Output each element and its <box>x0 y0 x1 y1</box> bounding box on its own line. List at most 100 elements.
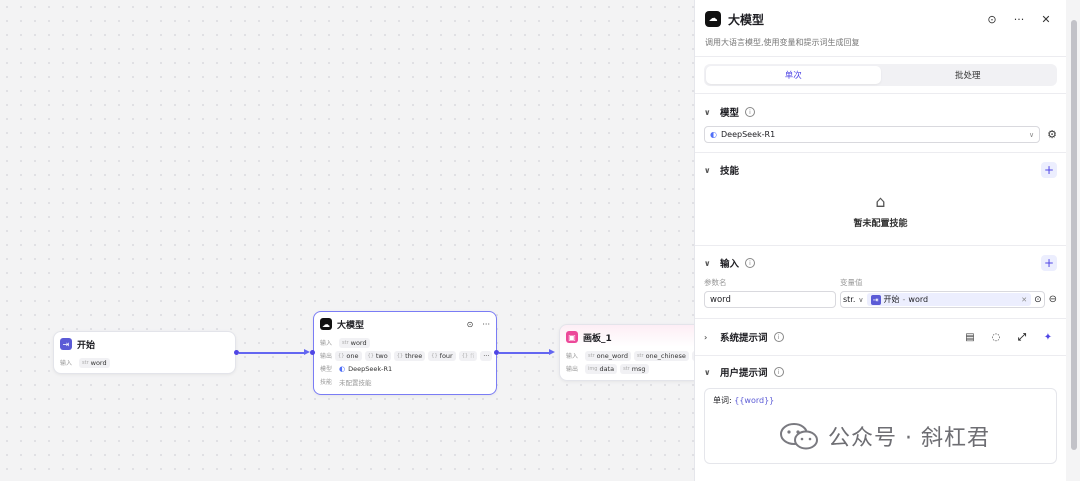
add-input-button[interactable]: + <box>1041 255 1057 271</box>
canvas-output-tag: img data <box>585 363 618 374</box>
model-section-header[interactable]: ∨ 模型 i <box>695 98 1066 126</box>
info-icon[interactable]: i <box>773 332 784 342</box>
llm-output-tag: {} two <box>364 350 391 361</box>
panel-title: 大模型 <box>728 12 765 27</box>
type-select[interactable]: str. <box>843 295 855 304</box>
remove-input-icon[interactable]: ⊖ <box>1049 294 1057 305</box>
empty-box-icon: ⌂ <box>875 191 886 211</box>
start-node[interactable]: ⇥ 开始 输入 str word <box>53 331 236 374</box>
param-name-header: 参数名 <box>704 278 727 287</box>
info-icon[interactable]: i <box>745 107 756 117</box>
scrollbar-thumb[interactable] <box>1071 20 1077 450</box>
chevron-right-icon[interactable]: › <box>704 333 714 342</box>
skill-icon[interactable]: ◌ <box>987 328 1005 346</box>
model-select-value: DeepSeek-R1 <box>720 130 776 139</box>
chevron-down-icon: ∨ <box>1029 130 1035 139</box>
chevron-down-icon[interactable]: ∨ <box>858 296 863 304</box>
input-section-header[interactable]: ∨ 输入 i + <box>695 249 1066 277</box>
ref-source: 开始 <box>883 295 900 304</box>
system-prompt-title: 系统提示词 <box>720 333 768 344</box>
canvas-output-label: 输出 <box>566 366 579 373</box>
llm-input-port[interactable] <box>310 350 315 355</box>
divider <box>695 93 1066 94</box>
chevron-down-icon[interactable]: ∨ <box>704 108 714 117</box>
edge-start-llm <box>239 352 305 354</box>
divider <box>695 56 1066 57</box>
start-icon: ⇥ <box>60 338 72 350</box>
more-icon[interactable]: ··· <box>1009 9 1029 29</box>
skills-section-title: 技能 <box>720 166 740 177</box>
start-node-title: 开始 <box>77 340 96 351</box>
model-section-title: 模型 <box>720 108 740 119</box>
ai-optimize-icon[interactable]: ✦ <box>1039 328 1057 346</box>
divider <box>695 152 1066 153</box>
variable-value-field[interactable]: str. ∨ ⇥ 开始 - word ✕ ⊙ <box>840 291 1045 308</box>
info-icon[interactable]: i <box>773 367 784 377</box>
chevron-down-icon[interactable]: ∨ <box>704 259 714 268</box>
input-section-title: 输入 <box>720 259 740 270</box>
canvas-input-tag: str one_word <box>585 350 631 361</box>
clear-icon[interactable]: ✕ <box>1021 296 1027 304</box>
start-icon: ⇥ <box>870 294 881 305</box>
prompt-prefix: 单词: <box>713 396 732 405</box>
llm-skill-label: 技能 <box>320 379 333 386</box>
expand-icon[interactable]: ⤢ <box>1013 328 1031 346</box>
variable-picker-icon[interactable]: ⊙ <box>1034 295 1042 305</box>
canvas-input-label: 输入 <box>566 353 579 360</box>
run-node-icon[interactable]: ⊙ <box>467 320 474 329</box>
start-input-label: 输入 <box>60 360 73 367</box>
info-icon[interactable]: i <box>745 258 756 268</box>
panel-description: 调用大语言模型,使用变量和提示词生成回复 <box>705 38 860 47</box>
chevron-down-icon[interactable]: ∨ <box>704 368 714 377</box>
llm-output-tag: {} fi <box>458 350 478 361</box>
variable-value-header: 变量值 <box>840 278 863 287</box>
workflow-canvas[interactable]: ⇥ 开始 输入 str word ☁ 大模型 ⊙ ··· 输入 str word 输… <box>0 0 694 481</box>
edge-llm-canvas-arrow <box>549 349 555 355</box>
llm-logo-icon: ☁ <box>705 11 721 27</box>
llm-model-label: 模型 <box>320 366 333 373</box>
canvas-node-title: 画板_1 <box>583 333 612 344</box>
llm-model-value: DeepSeek-R1 <box>348 364 393 373</box>
panel-scrollbar[interactable] <box>1068 0 1080 481</box>
param-name-input[interactable]: word <box>704 291 836 308</box>
llm-node-title: 大模型 <box>337 320 365 331</box>
run-icon[interactable]: ⊙ <box>982 9 1002 29</box>
more-outputs-icon[interactable]: ··· <box>480 350 493 361</box>
canvas-node[interactable]: ▣ 画板_1 输入 strone_word strone_chinese str… <box>559 324 694 381</box>
tab-single[interactable]: 单次 <box>706 66 881 84</box>
watermark: 公众号 · 斜杠君 <box>778 420 990 452</box>
llm-skill-value: 未配置技能 <box>339 378 372 387</box>
llm-node[interactable]: ☁ 大模型 ⊙ ··· 输入 str word 输出 {} one {} two {}… <box>313 311 497 395</box>
prompt-variable: {{word}} <box>734 396 775 405</box>
skills-section-header[interactable]: ∨ 技能 + <box>695 156 1066 184</box>
tab-batch[interactable]: 批处理 <box>881 66 1056 84</box>
prompt-library-icon[interactable]: ▤ <box>961 328 979 346</box>
llm-output-tag: {} three <box>393 350 426 361</box>
node-more-icon[interactable]: ··· <box>482 320 490 329</box>
canvas-node-icon: ▣ <box>566 331 578 343</box>
deepseek-icon: ◐ <box>710 130 717 139</box>
user-prompt-header[interactable]: ∨ 用户提示词 i <box>695 356 1066 388</box>
add-skill-button[interactable]: + <box>1041 162 1057 178</box>
llm-output-label: 输出 <box>320 353 333 360</box>
divider <box>695 245 1066 246</box>
llm-input-tag: str word <box>339 337 370 348</box>
chevron-down-icon[interactable]: ∨ <box>704 166 714 175</box>
node-config-panel: ☁ 大模型 ⊙ ··· ✕ 调用大语言模型,使用变量和提示词生成回复 单次 批处… <box>694 0 1066 481</box>
system-prompt-header[interactable]: › 系统提示词 i ▤ ◌ ⤢ ✦ <box>695 319 1066 355</box>
watermark-text: 公众号 · 斜杠君 <box>828 426 990 451</box>
llm-input-label: 输入 <box>320 340 333 347</box>
skills-empty-state: ⌂ 暂未配置技能 <box>695 184 1066 236</box>
wechat-icon <box>780 423 818 450</box>
model-select[interactable]: ◐ DeepSeek-R1 ∨ <box>704 126 1041 143</box>
canvas-input-tag: str one_chinese <box>633 350 689 361</box>
variable-ref-tag: ⇥ 开始 - word ✕ <box>866 293 1032 306</box>
edge-llm-canvas <box>499 352 549 354</box>
user-prompt-title: 用户提示词 <box>720 368 768 379</box>
close-icon[interactable]: ✕ <box>1036 9 1056 29</box>
skills-empty-text: 暂未配置技能 <box>853 218 908 229</box>
llm-output-tag: {} four <box>428 350 456 361</box>
settings-icon[interactable]: ⚙ <box>1047 128 1057 141</box>
mode-tabs: 单次 批处理 <box>704 64 1057 86</box>
canvas-output-tag: str msg <box>620 363 649 374</box>
